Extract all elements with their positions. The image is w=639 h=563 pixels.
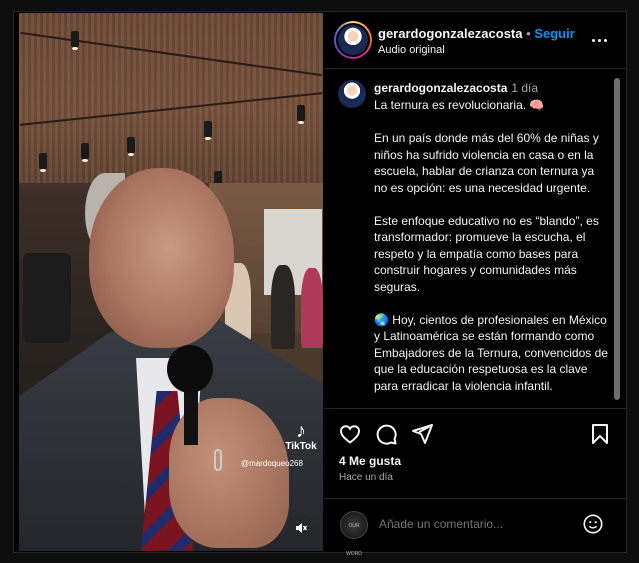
video-background (297, 105, 305, 124)
mute-icon (296, 523, 308, 533)
comment-icon[interactable] (374, 422, 398, 446)
caption-section[interactable]: gerardogonzalezacosta 1 día La ternura es… (324, 70, 626, 409)
caption-username[interactable]: gerardogonzalezacosta (374, 81, 507, 95)
comment-input[interactable] (379, 517, 579, 531)
emoji-icon[interactable] (582, 513, 604, 535)
caption-scrollbar[interactable] (614, 74, 620, 405)
audio-link[interactable]: Audio original (378, 44, 445, 56)
video-background (71, 31, 79, 50)
caption-author-line: gerardogonzalezacosta 1 día (374, 81, 538, 95)
more-icon (592, 39, 595, 42)
separator-dot: • (526, 26, 531, 41)
video-background (271, 265, 295, 349)
comment-bar: OUR WORD (324, 498, 626, 557)
more-icon (604, 39, 607, 42)
likes-count[interactable]: 4 Me gusta (339, 454, 401, 468)
video-background (81, 143, 89, 162)
post-modal: ♪ TikTok @mardoqueo268 gerardogonzalezac… (13, 11, 627, 557)
scrollbar-thumb[interactable] (614, 78, 620, 400)
post-header: gerardogonzalezacosta • Seguir Audio ori… (324, 12, 626, 69)
video-background (214, 449, 222, 471)
tiktok-watermark-label: TikTok (285, 441, 317, 452)
bookmark-icon[interactable] (588, 422, 612, 446)
caption-author-avatar[interactable] (338, 80, 366, 108)
tiktok-watermark-handle: @mardoqueo268 (241, 459, 303, 468)
mute-button[interactable] (288, 515, 314, 541)
author-username[interactable]: gerardogonzalezacosta (378, 26, 523, 41)
more-icon (598, 39, 601, 42)
avatar (338, 25, 368, 55)
author-avatar (336, 23, 370, 57)
heart-icon[interactable] (338, 422, 362, 446)
share-icon[interactable] (410, 422, 434, 446)
caption-text: La ternura es revolucionaria. 🧠 En un pa… (374, 98, 608, 393)
video-player[interactable]: ♪ TikTok @mardoqueo268 (19, 13, 323, 551)
post-date[interactable]: Hace un día (339, 472, 393, 483)
author-avatar[interactable] (334, 21, 372, 59)
more-options-button[interactable] (590, 32, 610, 48)
action-bar (324, 422, 626, 448)
video-background (301, 268, 323, 348)
author-line: gerardogonzalezacosta • Seguir (378, 26, 575, 41)
tiktok-watermark: ♪ TikTok (281, 421, 321, 452)
video-background (23, 253, 71, 343)
follow-button[interactable]: Seguir (534, 26, 574, 41)
post-details-panel: gerardogonzalezacosta • Seguir Audio ori… (324, 12, 626, 557)
video-background (89, 168, 234, 348)
video-background (204, 121, 212, 140)
video-background (39, 153, 47, 172)
video-background (127, 137, 135, 156)
current-user-avatar: OUR WORD (340, 511, 368, 557)
video-background (167, 345, 213, 393)
video-background (184, 385, 198, 445)
tiktok-logo-icon: ♪ (296, 420, 306, 442)
caption-timestamp[interactable]: 1 día (511, 81, 538, 95)
